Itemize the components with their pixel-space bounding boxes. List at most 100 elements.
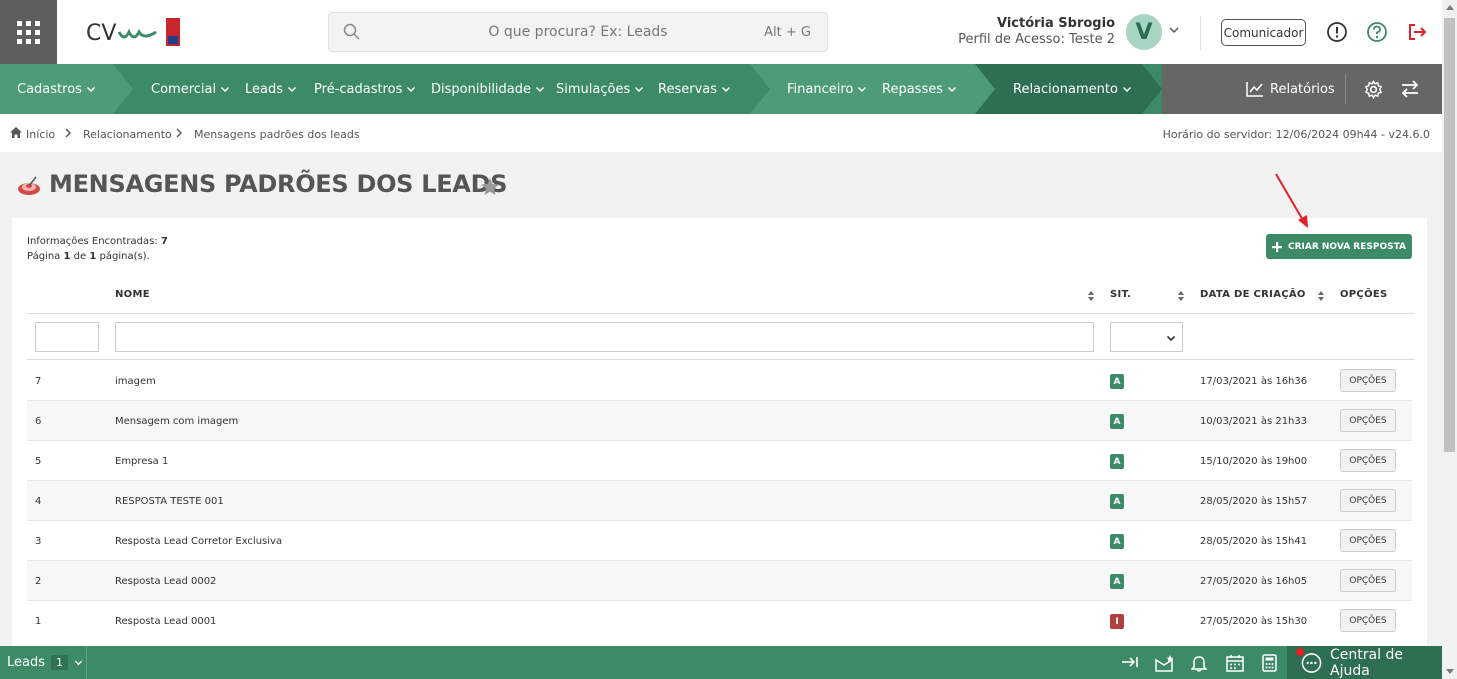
status-filter-select[interactable] [1110,322,1183,352]
info-count: 7 [160,236,168,247]
sort-icon[interactable] [1317,290,1325,302]
row-options-button[interactable]: OPÇÕES [1340,369,1396,392]
scroll-thumb[interactable] [1444,18,1455,452]
home-icon[interactable] [9,126,23,139]
user-info[interactable]: Victória Sbrogio Perfil de Acesso: Teste… [958,16,1115,47]
row-id: 3 [35,536,42,547]
breadcrumb-current: Mensagens padrões dos leads [194,128,360,141]
row-name: Resposta Lead 0001 [115,616,217,627]
row-created: 28/05/2020 às 15h57 [1200,496,1308,507]
create-response-button[interactable]: CRIAR NOVA RESPOSTA [1266,234,1412,259]
chevron-down-icon [287,86,297,93]
logout-icon[interactable] [1406,21,1428,43]
nav-item-comercial[interactable]: Comercial [151,64,230,114]
nav-item-reservas[interactable]: Reservas [658,64,731,114]
nav-item-leads[interactable]: Leads [245,64,297,114]
row-options-button[interactable]: OPÇÕES [1340,609,1396,632]
collapse-icon[interactable] [1121,654,1139,670]
row-options-button[interactable]: OPÇÕES [1340,529,1396,552]
column-header-options: OPÇÕES [1340,289,1388,300]
nav-label: Pré-cadastros [314,81,403,97]
status-badge: A [1110,534,1124,549]
page-title: MENSAGENS PADRÕES DOS LEADS [49,170,508,198]
help-icon[interactable] [1366,21,1388,43]
column-header-status[interactable]: SIT. [1110,289,1131,300]
page-suffix: página(s). [99,251,150,262]
breadcrumb-home[interactable]: Início [26,128,55,141]
top-bar: CV O que procura? Ex: Leads Alt + G Vict… [0,0,1442,64]
row-name: imagem [115,376,156,387]
info-label: Informações Encontradas: [27,236,158,247]
nav-item-simulacoes[interactable]: Simulações [556,64,644,114]
help-center-button[interactable]: Central de Ajuda [1287,646,1442,679]
table-row: 5 Empresa 1 A 15/10/2020 às 19h00 OPÇÕES [27,441,1412,481]
table-row: 7 imagem A 17/03/2021 às 16h36 OPÇÕES [27,361,1412,401]
sort-icon[interactable] [1087,290,1095,302]
nav-label: Comercial [151,81,217,97]
name-filter-input[interactable] [115,322,1094,352]
info-icon[interactable] [1326,21,1348,43]
star-icon[interactable] [480,177,500,196]
breadcrumb-relacionamento[interactable]: Relacionamento [83,128,172,141]
status-badge: A [1110,374,1124,389]
row-created: 27/05/2020 às 15h30 [1200,616,1308,627]
global-search[interactable]: O que procura? Ex: Leads Alt + G [328,12,828,52]
chevron-down-icon [221,86,230,93]
chevron-down-icon [407,86,416,93]
column-header-name[interactable]: NOME [115,289,150,300]
gear-icon[interactable] [1364,80,1383,99]
nav-item-pre-cadastros[interactable]: Pré-cadastros [314,64,416,114]
row-options-button[interactable]: OPÇÕES [1340,449,1396,472]
nav-label: Leads [245,81,284,97]
chevron-down-icon[interactable] [1168,24,1180,36]
nav-label: Reservas [658,81,717,97]
row-id: 6 [35,416,42,427]
divider [1200,16,1201,50]
company-logo[interactable]: CV [86,18,186,50]
row-created: 15/10/2020 às 19h00 [1200,456,1308,467]
filter-row [27,313,1415,360]
nav-item-financeiro[interactable]: Financeiro [787,64,867,114]
row-name: Resposta Lead 0002 [115,576,217,587]
server-time: Horário do servidor: 12/06/2024 09h44 - … [1162,128,1430,141]
row-created: 17/03/2021 às 16h36 [1200,376,1308,387]
status-badge: A [1110,494,1124,509]
id-filter-input[interactable] [35,322,99,352]
row-options-button[interactable]: OPÇÕES [1340,409,1396,432]
mail-star-icon[interactable] [1155,654,1175,672]
chevron-right-icon [176,128,182,138]
search-shortcut: Alt + G [764,25,811,40]
module-switcher[interactable]: Leads 1 [7,655,83,670]
swap-icon[interactable] [1400,80,1420,98]
calculator-icon[interactable] [1262,654,1277,672]
calendar-icon[interactable] [1226,654,1244,672]
divider [1345,74,1346,104]
table-row: 3 Resposta Lead Corretor Exclusiva A 28/… [27,521,1412,561]
column-header-created[interactable]: DATA DE CRIAÇÃO [1200,289,1306,300]
scroll-down-icon[interactable] [1446,669,1454,674]
apps-grid-button[interactable] [0,0,57,64]
nav-item-disponibilidade[interactable]: Disponibilidade [431,64,545,114]
row-options-button[interactable]: OPÇÕES [1340,569,1396,592]
page-word: Página [27,251,61,262]
communicator-button[interactable]: Comunicador [1221,19,1306,46]
nav-item-reports[interactable]: Relatórios [1242,64,1335,114]
sort-icon[interactable] [1177,290,1185,302]
chevron-down-icon [1166,335,1176,342]
scroll-up-icon[interactable] [1446,5,1454,10]
bell-icon[interactable] [1191,654,1207,672]
row-id: 4 [35,496,42,507]
module-label: Leads [7,655,46,670]
page-scrollbar[interactable] [1442,0,1457,679]
table-row: 6 Mensagem com imagem A 10/03/2021 às 21… [27,401,1412,441]
row-id: 1 [35,616,42,627]
nav-item-relacionamento[interactable]: Relacionamento [1013,64,1132,114]
nav-item-cadastros[interactable]: Cadastros [17,64,96,114]
row-options-button[interactable]: OPÇÕES [1340,489,1396,512]
status-badge: A [1110,574,1124,589]
nav-item-repasses[interactable]: Repasses [882,64,957,114]
status-badge: A [1110,414,1124,429]
search-placeholder: O que procura? Ex: Leads [488,24,668,40]
page-total: 1 [89,251,97,262]
avatar[interactable]: V [1126,14,1162,50]
